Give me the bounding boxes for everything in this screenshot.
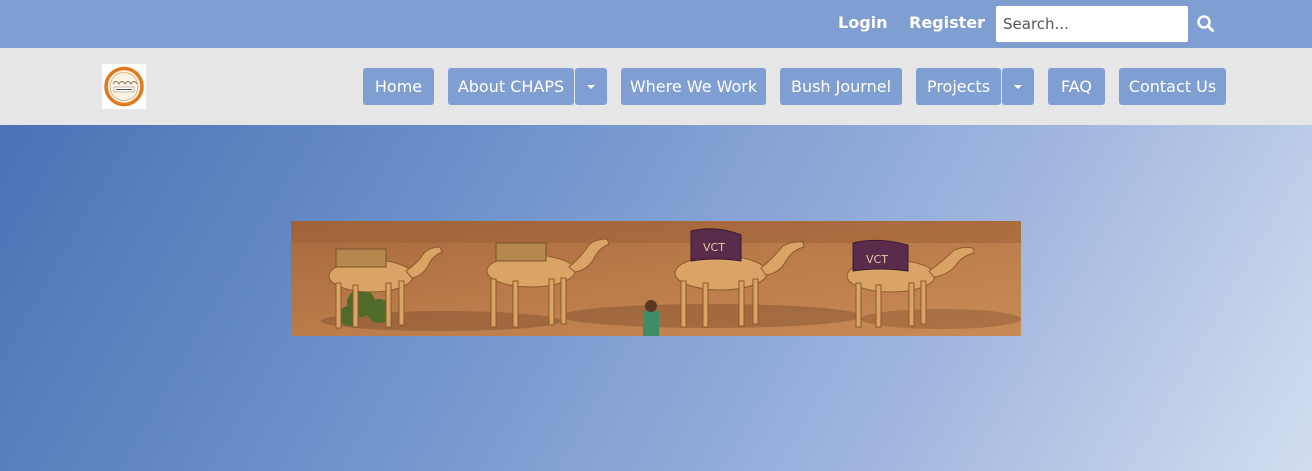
nav-contact-us[interactable]: Contact Us	[1119, 68, 1226, 105]
caret-down-icon	[1014, 84, 1022, 89]
search-input[interactable]	[996, 6, 1188, 42]
saddle-text-2: VCT	[866, 253, 888, 266]
search-icon[interactable]	[1194, 12, 1218, 36]
nav-projects[interactable]: Projects	[916, 68, 1001, 105]
nav-about-chaps[interactable]: About CHAPS	[448, 68, 574, 105]
projects-dropdown-toggle[interactable]	[1002, 68, 1034, 105]
nav-home[interactable]: Home	[363, 68, 434, 105]
nav-where-we-work[interactable]: Where We Work	[621, 68, 766, 105]
saddle-text: VCT	[703, 241, 725, 254]
hero-section: VCT VCT	[0, 125, 1312, 471]
chaps-logo[interactable]	[102, 64, 146, 109]
login-link[interactable]: Login	[838, 13, 888, 32]
caret-down-icon	[587, 84, 595, 89]
register-link[interactable]: Register	[909, 13, 985, 32]
camel-caravan-banner: VCT VCT	[291, 221, 1021, 336]
about-dropdown-toggle[interactable]	[575, 68, 607, 105]
top-bar: Login Register	[0, 0, 1312, 48]
nav-bush-journel[interactable]: Bush Journel	[780, 68, 902, 105]
main-navbar: Home About CHAPS Where We Work Bush Jour…	[0, 48, 1312, 125]
nav-faq[interactable]: FAQ	[1048, 68, 1105, 105]
